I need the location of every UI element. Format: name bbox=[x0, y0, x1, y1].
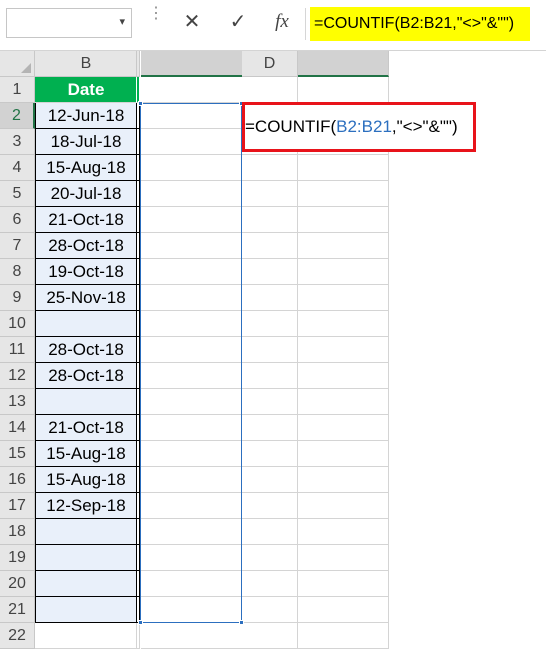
empty-cell[interactable] bbox=[242, 467, 298, 493]
date-cell[interactable]: 21-Oct-18 bbox=[36, 207, 137, 233]
empty-cell[interactable] bbox=[242, 311, 298, 337]
date-cell[interactable]: 19-Oct-18 bbox=[36, 259, 137, 285]
formula-bar: ▾ ⋮ ✕ ✓ fx =COUNTIF(B2:B21,"<>"&"") bbox=[0, 0, 546, 51]
resize-handle-icon[interactable]: ⋮ bbox=[148, 6, 164, 22]
formula-prefix: =COUNTIF( bbox=[245, 117, 337, 136]
row-header-16[interactable]: 16 bbox=[0, 467, 35, 493]
date-cell[interactable] bbox=[36, 389, 137, 415]
column-header-b[interactable]: B bbox=[36, 51, 137, 77]
empty-cell[interactable] bbox=[242, 155, 298, 181]
row-header-17[interactable]: 17 bbox=[0, 493, 35, 519]
date-cell[interactable] bbox=[36, 545, 137, 571]
spreadsheet-grid[interactable]: ABCD 12345678910111213141516171819202122… bbox=[0, 51, 546, 649]
empty-cell[interactable] bbox=[242, 493, 298, 519]
formula-suffix: ,"<>"&"") bbox=[391, 117, 458, 136]
date-cell[interactable]: 21-Oct-18 bbox=[36, 415, 137, 441]
date-cell[interactable]: 15-Aug-18 bbox=[36, 155, 137, 181]
select-all-button[interactable] bbox=[0, 51, 35, 77]
formula-cell-c2[interactable]: =COUNTIF(B2:B21,"<>"&"") bbox=[242, 102, 476, 152]
date-cell[interactable]: 25-Nov-18 bbox=[36, 285, 137, 311]
date-cell[interactable]: 20-Jul-18 bbox=[36, 181, 137, 207]
empty-cell[interactable] bbox=[242, 285, 298, 311]
row-header-9[interactable]: 9 bbox=[0, 285, 35, 311]
date-cell[interactable]: 12-Sep-18 bbox=[36, 493, 137, 519]
date-cell[interactable]: 28-Oct-18 bbox=[36, 233, 137, 259]
date-cell[interactable] bbox=[36, 597, 137, 623]
empty-cell[interactable] bbox=[242, 337, 298, 363]
empty-cell[interactable] bbox=[242, 233, 298, 259]
row-header-7[interactable]: 7 bbox=[0, 233, 35, 259]
insert-function-icon[interactable]: fx bbox=[268, 9, 296, 35]
empty-cell[interactable] bbox=[242, 389, 298, 415]
date-cell[interactable]: 12-Jun-18 bbox=[36, 103, 137, 129]
column-header-d[interactable]: D bbox=[242, 51, 298, 77]
chevron-down-icon[interactable]: ▾ bbox=[119, 15, 125, 28]
header-cell-date[interactable]: Date bbox=[36, 77, 137, 103]
row-header-20[interactable]: 20 bbox=[0, 571, 35, 597]
row-header-4[interactable]: 4 bbox=[0, 155, 35, 181]
row-header-5[interactable]: 5 bbox=[0, 181, 35, 207]
enter-icon[interactable]: ✓ bbox=[226, 9, 250, 35]
select-all-icon bbox=[21, 63, 31, 73]
row-header-14[interactable]: 14 bbox=[0, 415, 35, 441]
row-header-8[interactable]: 8 bbox=[0, 259, 35, 285]
empty-cell[interactable] bbox=[242, 571, 298, 597]
row-header-21[interactable]: 21 bbox=[0, 597, 35, 623]
row-header-18[interactable]: 18 bbox=[0, 519, 35, 545]
date-cell[interactable]: 15-Aug-18 bbox=[36, 441, 137, 467]
row-header-6[interactable]: 6 bbox=[0, 207, 35, 233]
date-cell[interactable] bbox=[36, 519, 137, 545]
empty-cell[interactable] bbox=[242, 77, 298, 103]
empty-cell[interactable] bbox=[242, 441, 298, 467]
empty-cell[interactable] bbox=[242, 623, 298, 649]
empty-cell[interactable] bbox=[242, 519, 298, 545]
row-header-15[interactable]: 15 bbox=[0, 441, 35, 467]
formula-range-ref: B2:B21 bbox=[336, 117, 392, 136]
empty-cell[interactable] bbox=[242, 597, 298, 623]
row-header-3[interactable]: 3 bbox=[0, 129, 35, 155]
row-header-13[interactable]: 13 bbox=[0, 389, 35, 415]
name-box[interactable]: ▾ bbox=[6, 8, 132, 38]
row-header-19[interactable]: 19 bbox=[0, 545, 35, 571]
date-cell[interactable]: 28-Oct-18 bbox=[36, 337, 137, 363]
date-cell[interactable]: 28-Oct-18 bbox=[36, 363, 137, 389]
cancel-icon[interactable]: ✕ bbox=[180, 9, 204, 35]
empty-cell[interactable] bbox=[242, 259, 298, 285]
empty-cell[interactable] bbox=[242, 545, 298, 571]
empty-cell[interactable] bbox=[242, 207, 298, 233]
date-cell[interactable] bbox=[36, 311, 137, 337]
empty-cell[interactable] bbox=[242, 363, 298, 389]
row-header-22[interactable]: 22 bbox=[0, 623, 35, 649]
date-cell[interactable]: 15-Aug-18 bbox=[36, 467, 137, 493]
date-cell[interactable] bbox=[36, 571, 137, 597]
empty-cell[interactable] bbox=[36, 623, 137, 649]
row-header-11[interactable]: 11 bbox=[0, 337, 35, 363]
row-header-1[interactable]: 1 bbox=[0, 77, 35, 103]
row-header-12[interactable]: 12 bbox=[0, 363, 35, 389]
empty-cell[interactable] bbox=[242, 181, 298, 207]
formula-bar-divider bbox=[305, 8, 306, 40]
date-cell[interactable]: 18-Jul-18 bbox=[36, 129, 137, 155]
empty-cell[interactable] bbox=[242, 415, 298, 441]
formula-input[interactable]: =COUNTIF(B2:B21,"<>"&"") bbox=[310, 7, 530, 41]
row-header-2[interactable]: 2 bbox=[0, 103, 35, 129]
row-header-10[interactable]: 10 bbox=[0, 311, 35, 337]
